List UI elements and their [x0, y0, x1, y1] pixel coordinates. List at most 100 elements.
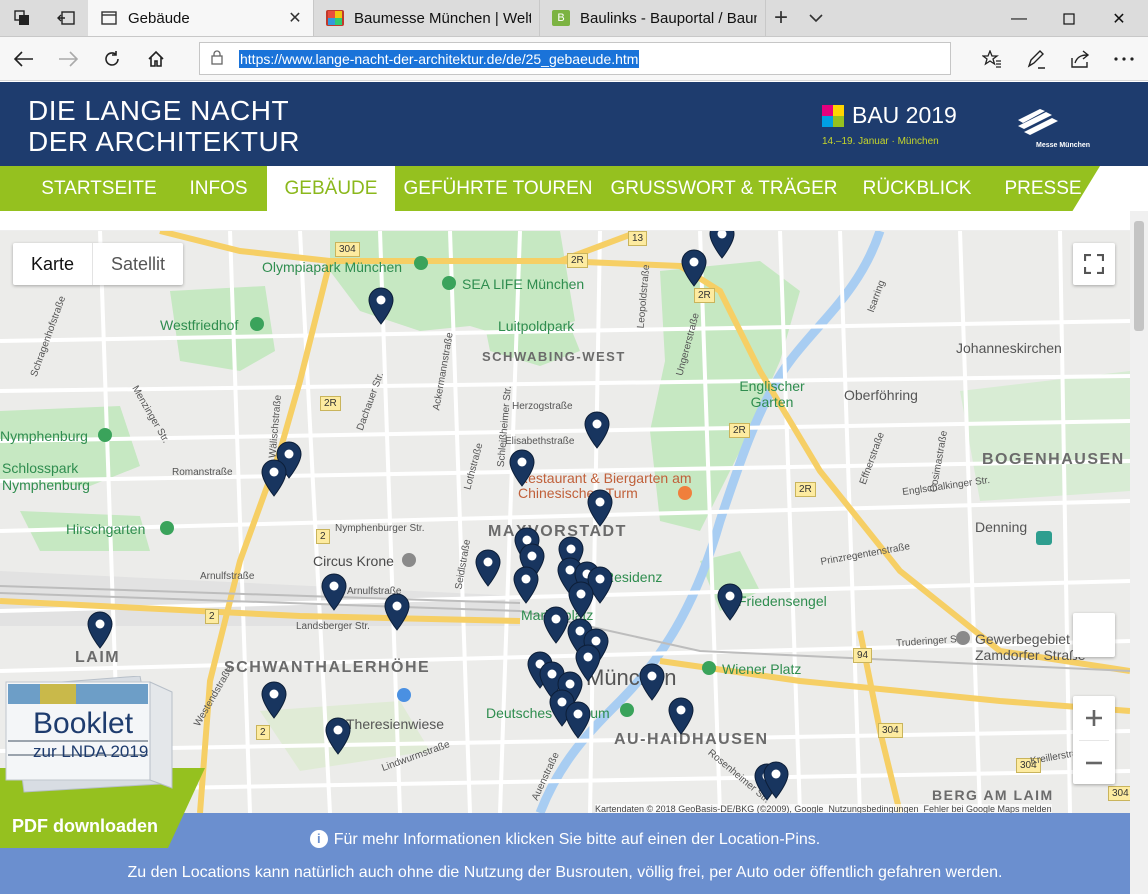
- road-label-2r: 2R: [795, 482, 816, 497]
- location-pin-icon[interactable]: [564, 701, 592, 739]
- home-icon[interactable]: [134, 37, 178, 81]
- tab-baumesse[interactable]: Baumesse München | Weltle: [314, 0, 540, 36]
- menu-item-presse[interactable]: PRESSE: [990, 166, 1096, 211]
- menu-item-infos[interactable]: INFOS: [172, 166, 265, 211]
- place-westfriedhof: Westfriedhof: [160, 317, 239, 333]
- maximize-button[interactable]: [1046, 0, 1092, 37]
- site-title-line-2: DER ARCHITEKTUR: [28, 126, 300, 157]
- street-view-pegman-button[interactable]: [1073, 613, 1115, 657]
- park-marker-icon: [702, 661, 716, 675]
- menu-item-rueckblick[interactable]: RÜCKBLICK: [852, 166, 982, 211]
- browser-navigation-bar: https://www.lange-nacht-der-architektur.…: [0, 37, 1148, 81]
- place-circus-krone: Circus Krone: [313, 553, 394, 569]
- messe-logo-mark-icon: [1018, 109, 1058, 135]
- back-arrow-icon[interactable]: [2, 37, 46, 81]
- location-pin-icon[interactable]: [367, 287, 395, 325]
- tab-list-chevron-icon[interactable]: [796, 0, 836, 36]
- info-line-1-text: Für mehr Informationen klicken Sie bitte…: [333, 831, 821, 848]
- menu-item-gefuehrte-touren[interactable]: GEFÜHRTE TOUREN: [400, 166, 596, 211]
- new-tab-button[interactable]: +: [766, 0, 796, 36]
- location-pin-icon[interactable]: [260, 681, 288, 719]
- place-olympiapark: Olympiapark München: [262, 259, 403, 275]
- tab-preview-icon[interactable]: [44, 0, 88, 36]
- park-marker-icon: [98, 428, 112, 442]
- bau-logo-dates: 14.–19. Januar · München: [822, 136, 939, 147]
- location-pin-icon[interactable]: [716, 583, 744, 621]
- location-pin-icon[interactable]: [583, 411, 611, 449]
- pdf-download-button[interactable]: PDF downloaden: [12, 816, 158, 837]
- map-attribution-text: Kartendaten © 2018 GeoBasis-DE/BKG (©200…: [595, 804, 824, 813]
- map-report-link[interactable]: Fehler bei Google Maps melden: [924, 804, 1052, 813]
- location-pin-icon[interactable]: [586, 489, 614, 527]
- tab-gebaeude[interactable]: Gebäude ✕: [88, 0, 314, 36]
- location-pin-icon[interactable]: [667, 697, 695, 735]
- district-laim: LAIM: [75, 649, 121, 666]
- zoom-in-button[interactable]: [1085, 696, 1103, 740]
- page-scrollbar[interactable]: [1130, 211, 1148, 894]
- messe-muenchen-logo[interactable]: Messe München: [1012, 106, 1092, 154]
- menu-item-gebaeude[interactable]: GEBÄUDE: [267, 166, 395, 211]
- refresh-icon[interactable]: [90, 37, 134, 81]
- place-theresienwiese: Theresienwiese: [346, 716, 445, 732]
- place-friedensengel: Friedensengel: [738, 593, 827, 609]
- road-label-2: 2: [256, 725, 270, 740]
- location-pin-icon[interactable]: [86, 611, 114, 649]
- tab-baulinks[interactable]: B Baulinks - Bauportal / Baum: [540, 0, 766, 36]
- map-type-karte-button[interactable]: Karte: [13, 243, 92, 285]
- map-terms-link[interactable]: Nutzungsbedingungen: [828, 804, 918, 813]
- location-pin-icon[interactable]: [680, 249, 708, 287]
- minimize-button[interactable]: —: [996, 0, 1042, 37]
- road-label-2: 2: [205, 609, 219, 624]
- share-icon[interactable]: [1058, 37, 1102, 81]
- location-pin-icon[interactable]: [762, 761, 790, 799]
- fullscreen-icon: [1084, 254, 1104, 274]
- site-title-line-1: DIE LANGE NACHT: [28, 95, 290, 126]
- close-tab-icon[interactable]: ✕: [285, 8, 305, 28]
- forward-arrow-icon[interactable]: [46, 37, 90, 81]
- road-label-2r: 2R: [694, 288, 715, 303]
- bau-icon: [326, 10, 344, 26]
- map-type-satellit-button[interactable]: Satellit: [92, 243, 183, 285]
- info-icon: i: [309, 830, 328, 848]
- street-romanstrasse: Romanstraße: [172, 467, 233, 478]
- location-pin-icon[interactable]: [474, 549, 502, 587]
- park-marker-icon: [442, 276, 456, 290]
- booklet-download[interactable]: Booklet zur LNDA 2019 PDF downloaden: [0, 676, 214, 854]
- street-elisabethstrasse: Elisabethstraße: [505, 436, 575, 447]
- district-schwanthalerhoehe: SCHWANTHALERHÖHE: [224, 659, 431, 676]
- plus-icon: [1086, 710, 1102, 726]
- road-label-13: 13: [628, 231, 648, 246]
- site-title-logo[interactable]: DIE LANGE NACHT DER ARCHITEKTUR: [28, 95, 300, 157]
- location-pin-icon[interactable]: [320, 573, 348, 611]
- more-menu-icon[interactable]: [1102, 37, 1146, 81]
- address-bar[interactable]: https://www.lange-nacht-der-architektur.…: [199, 42, 951, 75]
- street-herzogstrasse: Herzogstraße: [512, 401, 573, 412]
- place-sea-life: SEA LIFE München: [462, 276, 585, 292]
- fullscreen-button[interactable]: [1073, 243, 1115, 285]
- content-top-spacer: [0, 211, 1130, 231]
- menu-item-startseite[interactable]: STARTSEITE: [30, 166, 168, 211]
- poi-marker-icon: [402, 553, 416, 567]
- location-pin-icon[interactable]: [508, 449, 536, 487]
- favorites-star-icon[interactable]: [970, 37, 1014, 81]
- location-pin-icon[interactable]: [708, 231, 736, 259]
- tab-actions-icon[interactable]: [0, 0, 44, 36]
- minus-icon: [1086, 761, 1102, 764]
- lock-icon: [200, 49, 234, 68]
- pen-notes-icon[interactable]: [1014, 37, 1058, 81]
- location-pin-icon[interactable]: [567, 581, 595, 619]
- road-label-2r: 2R: [567, 253, 588, 268]
- scrollbar-thumb[interactable]: [1134, 221, 1144, 331]
- menu-item-grusswort[interactable]: GRUSSWORT & TRÄGER: [606, 166, 842, 211]
- location-pin-icon[interactable]: [324, 717, 352, 755]
- url-text[interactable]: https://www.lange-nacht-der-architektur.…: [239, 49, 640, 68]
- location-pin-icon[interactable]: [512, 566, 540, 604]
- close-window-button[interactable]: ✕: [1096, 0, 1142, 37]
- zoom-out-button[interactable]: [1085, 741, 1103, 784]
- location-pin-icon[interactable]: [638, 663, 666, 701]
- place-oberfoehring: Oberföhring: [844, 387, 918, 403]
- road-label-2r: 2R: [320, 396, 341, 411]
- museum-marker-icon: [620, 703, 634, 717]
- location-pin-icon[interactable]: [260, 459, 288, 497]
- location-pin-icon[interactable]: [383, 593, 411, 631]
